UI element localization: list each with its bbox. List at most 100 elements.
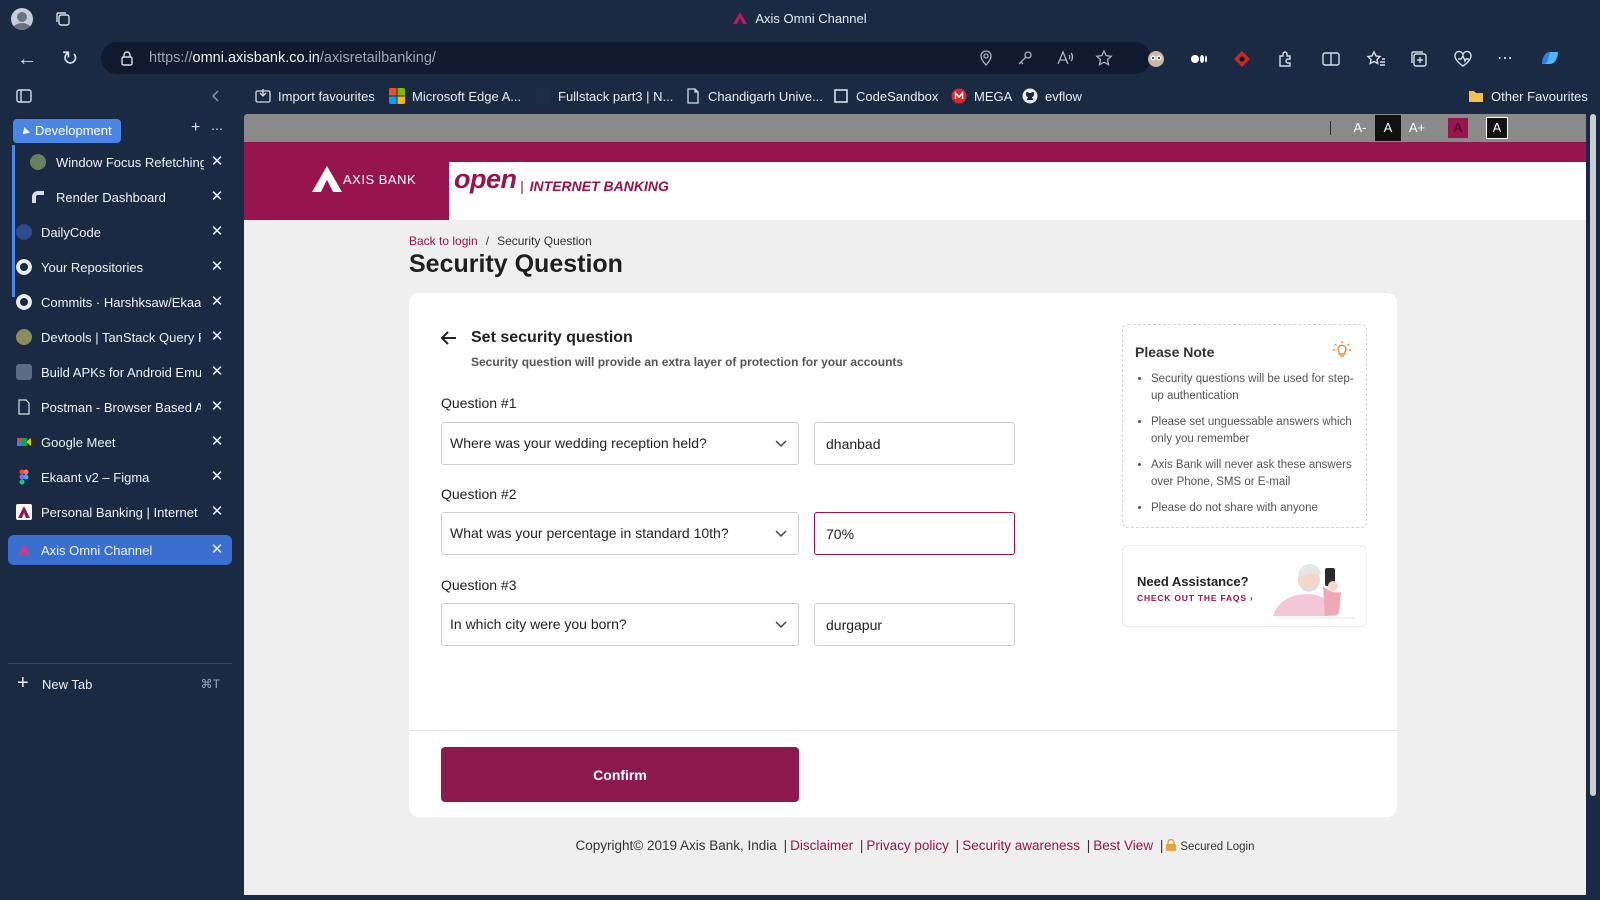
sidebar-tab-build-apks[interactable]: Build APKs for Android Emulators ✕ xyxy=(8,357,232,387)
sidebar-tab-devtools[interactable]: Devtools | TanStack Query React ✕ xyxy=(8,322,232,352)
sidebar-tab-google-meet[interactable]: Google Meet ✕ xyxy=(8,427,232,457)
fav-microsoft-edge[interactable]: Microsoft Edge A... xyxy=(389,87,521,107)
close-tab-icon[interactable]: ✕ xyxy=(209,222,225,242)
close-tab-icon[interactable]: ✕ xyxy=(209,467,225,487)
favourite-star-icon[interactable] xyxy=(1095,49,1113,67)
group-add-icon[interactable]: + xyxy=(191,119,200,137)
tab-group-chip[interactable]: Development xyxy=(13,119,121,143)
page-scrollbar[interactable] xyxy=(1586,114,1600,900)
microsoft-logo-icon xyxy=(389,88,405,104)
tab-favicon-icon xyxy=(16,224,32,240)
close-tab-icon[interactable]: ✕ xyxy=(209,397,225,417)
url-text[interactable]: https://omni.axisbank.co.in/axisretailba… xyxy=(149,50,436,66)
sidebar-tab-postman[interactable]: Postman - Browser Based API ✕ xyxy=(8,392,232,422)
theme-contrast-button[interactable]: A xyxy=(1486,117,1508,139)
security-awareness-link[interactable]: Security awareness xyxy=(962,838,1080,853)
lock-icon[interactable] xyxy=(119,50,135,66)
close-tab-icon[interactable]: ✕ xyxy=(209,187,225,207)
fav-import[interactable]: Import favourites xyxy=(255,87,375,107)
sidebar-tab-dailycode[interactable]: DailyCode ✕ xyxy=(8,217,232,247)
sidebar-toggle-icon[interactable] xyxy=(14,86,34,106)
sidebar-tab-figma[interactable]: Ekaant v2 – Figma ✕ xyxy=(8,462,232,492)
split-screen-icon[interactable] xyxy=(1320,48,1342,70)
location-icon[interactable] xyxy=(977,49,995,67)
product-name: | INTERNET BANKING xyxy=(520,178,669,194)
fav-mega[interactable]: MEGA xyxy=(951,87,1012,107)
card-divider xyxy=(409,730,1397,731)
best-view-link[interactable]: Best View xyxy=(1093,838,1153,853)
group-more-icon[interactable]: ⋯ xyxy=(211,122,223,136)
more-menu-icon[interactable]: ⋯ xyxy=(1494,48,1516,70)
scrollbar-thumb[interactable] xyxy=(1590,114,1596,796)
question-1-select[interactable]: Where was your wedding reception held? xyxy=(441,422,799,465)
close-tab-icon[interactable]: ✕ xyxy=(209,292,225,312)
brand-slant xyxy=(414,142,452,220)
fav-fullstack[interactable]: Fullstack part3 | N... xyxy=(535,87,673,107)
question-2-label: Question #2 xyxy=(441,486,517,502)
chevron-down-icon xyxy=(775,530,787,538)
performance-icon[interactable] xyxy=(1452,48,1474,70)
extension-red-icon[interactable] xyxy=(1231,48,1253,70)
sidebar-tab-repositories[interactable]: Your Repositories ✕ xyxy=(8,252,232,282)
plus-icon: + xyxy=(17,672,29,694)
font-normal-button[interactable]: A xyxy=(1375,115,1401,141)
sidebar-tab-personal-banking[interactable]: Personal Banking | Internet Banking ✕ xyxy=(8,497,232,527)
fullstack-icon xyxy=(535,88,551,104)
vertical-tabs-sidebar: Development + ⋯ Window Focus Refetching … xyxy=(0,80,244,900)
answer-3-input[interactable] xyxy=(814,603,1015,646)
sidebar-tab-render-dashboard[interactable]: Render Dashboard ✕ xyxy=(22,182,232,212)
back-to-login-link[interactable]: Back to login xyxy=(409,234,478,248)
close-tab-icon[interactable]: ✕ xyxy=(209,327,225,347)
page-footer: Copyright© 2019 Axis Bank, India | Discla… xyxy=(575,838,1255,853)
close-tab-icon[interactable]: ✕ xyxy=(209,432,225,452)
answer-1-input[interactable] xyxy=(814,422,1015,465)
key-icon[interactable] xyxy=(1016,49,1034,67)
fav-codesandbox[interactable]: CodeSandbox xyxy=(833,87,938,107)
fav-evflow[interactable]: evflow xyxy=(1022,87,1082,107)
answer-2-input[interactable] xyxy=(814,512,1015,555)
close-tab-icon[interactable]: ✕ xyxy=(209,362,225,382)
theme-default-button[interactable]: A xyxy=(1448,118,1468,138)
extensions-puzzle-icon[interactable] xyxy=(1275,48,1297,70)
privacy-policy-link[interactable]: Privacy policy xyxy=(866,838,949,853)
fav-other-favourites[interactable]: Other Favourites xyxy=(1468,87,1588,107)
question-3-select[interactable]: In which city were you born? xyxy=(441,603,799,646)
sidebar-tab-window-focus[interactable]: Window Focus Refetching ✕ xyxy=(22,147,232,177)
confirm-button[interactable]: Confirm xyxy=(441,747,799,802)
folder-icon xyxy=(1469,91,1483,102)
expo-favicon-icon xyxy=(16,364,32,380)
close-tab-icon[interactable]: ✕ xyxy=(209,257,225,277)
back-arrow-icon[interactable] xyxy=(440,329,458,347)
refresh-icon[interactable]: ↻ xyxy=(58,47,82,71)
please-note-box: Please Note Security questions will be u… xyxy=(1122,324,1367,528)
faq-link[interactable]: CHECK OUT THE FAQS › xyxy=(1137,593,1254,603)
collapse-sidebar-icon[interactable] xyxy=(206,86,226,106)
address-bar[interactable]: https://omni.axisbank.co.in/axisretailba… xyxy=(101,42,1151,74)
copilot-icon[interactable] xyxy=(1536,44,1564,72)
favourites-list-icon[interactable] xyxy=(1365,48,1387,70)
read-aloud-icon[interactable] xyxy=(1056,49,1074,67)
font-decrease-button[interactable]: A- xyxy=(1347,114,1373,142)
question-2-select[interactable]: What was your percentage in standard 10t… xyxy=(441,512,799,555)
extension-owl-icon[interactable] xyxy=(1145,48,1167,70)
close-tab-icon[interactable]: ✕ xyxy=(209,152,225,172)
back-icon[interactable]: ← xyxy=(15,47,39,71)
close-tab-icon[interactable]: ✕ xyxy=(209,540,225,560)
close-tab-icon[interactable]: ✕ xyxy=(209,502,225,522)
sidebar-tab-commits[interactable]: Commits · Harshksaw/Ekaant ✕ xyxy=(8,287,232,317)
lightbulb-icon xyxy=(1333,341,1351,357)
note-item: Security questions will be used for step… xyxy=(1151,371,1357,405)
note-item: Please do not share with anyone xyxy=(1151,500,1357,517)
tab-favicon-icon xyxy=(30,154,46,170)
font-increase-button[interactable]: A+ xyxy=(1404,114,1430,142)
need-assistance-box[interactable]: Need Assistance? CHECK OUT THE FAQS › xyxy=(1122,545,1367,627)
collections-icon[interactable] xyxy=(1408,48,1430,70)
sidebar-tab-axis-omni-channel[interactable]: Axis Omni Channel ✕ xyxy=(8,535,232,565)
disclaimer-link[interactable]: Disclaimer xyxy=(790,838,853,853)
fav-chandigarh[interactable]: Chandigarh Unive... xyxy=(685,87,823,107)
axis-bank-logo-icon[interactable] xyxy=(312,166,342,192)
new-tab-button[interactable]: + New Tab ⌘T xyxy=(8,669,232,699)
extension-medium-icon[interactable] xyxy=(1188,48,1210,70)
accessibility-divider xyxy=(1330,121,1331,135)
note-title: Please Note xyxy=(1135,344,1215,360)
